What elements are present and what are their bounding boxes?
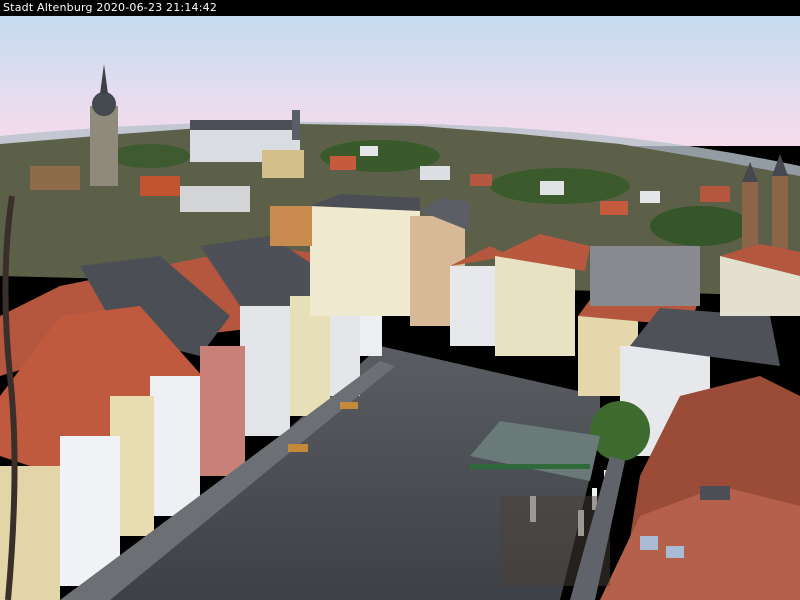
fountain-fence: [470, 464, 590, 469]
tree-cluster: [110, 144, 190, 168]
caption-bar: Stadt Altenburg 2020-06-23 21:14:42: [0, 0, 800, 16]
webcam-caption: Stadt Altenburg 2020-06-23 21:14:42: [3, 1, 218, 14]
webcam-frame: Stadt Altenburg 2020-06-23 21:14:42: [0, 0, 800, 600]
square-tree: [590, 401, 650, 461]
town-square-scene: [0, 16, 800, 600]
tree-cluster: [650, 206, 750, 246]
yellow-building: [262, 150, 304, 178]
bench: [340, 402, 358, 409]
castle-tower: [292, 110, 300, 140]
castle-roof: [190, 120, 300, 130]
bench: [288, 444, 308, 452]
